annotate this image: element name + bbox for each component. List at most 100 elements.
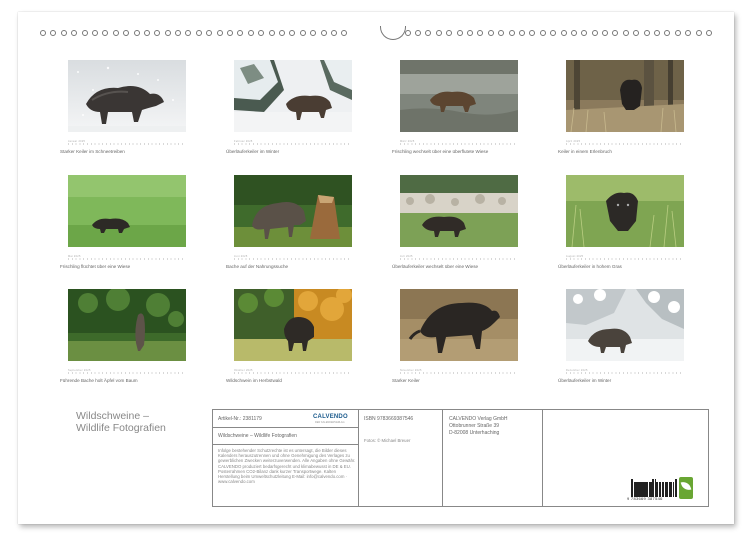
binding-ring xyxy=(467,30,474,36)
binding-ring xyxy=(330,30,337,36)
photo-cell: Januar 2025 Starker Keiler im Schneetrei… xyxy=(60,60,186,154)
photo-caption: Überläuferkeiler im Winter xyxy=(558,378,612,383)
photo-boar-forest-edge xyxy=(400,175,518,247)
isbn: ISBN 9783669387546 xyxy=(364,416,414,422)
binding-ring xyxy=(341,30,348,36)
binding-ring xyxy=(435,30,442,36)
photo-caption: Bache auf der Nahrungssuche xyxy=(226,264,289,269)
calendar-strip: August 2025 xyxy=(566,254,684,261)
binding-ring xyxy=(654,30,661,36)
binding-ring xyxy=(685,30,692,36)
article-number: Artikel-Nr.: 2381179 xyxy=(218,416,262,422)
binding-rings-right xyxy=(404,30,712,36)
photo-caption: Keiler in einem Erlenbruch xyxy=(558,149,612,154)
photo-caption: Führende Bache holt Äpfel vom Baum xyxy=(60,378,138,383)
binding-ring xyxy=(310,30,317,36)
binding-ring xyxy=(195,30,202,36)
binding-ring xyxy=(570,30,577,36)
photo-caption: Überläuferkeiler wechselt über eine Wies… xyxy=(392,264,479,269)
binding-ring xyxy=(154,30,161,36)
binding-ring xyxy=(143,30,150,36)
publisher-name: CALVENDO Verlag GmbH xyxy=(449,416,508,422)
calendar-strip: Juni 2025 xyxy=(234,254,352,261)
binding-rings-left xyxy=(40,30,348,36)
photo-cell: Juni 2025 Bache auf der Nahrungssuche xyxy=(226,175,352,269)
binding-ring xyxy=(50,30,57,36)
photo-cell: Februar 2025 Überläuferkeiler im Winter xyxy=(226,60,352,154)
binding-ring xyxy=(643,30,650,36)
photo-credit: Fotos: © Michael Breuer xyxy=(364,438,411,443)
photo-boar-flooded-meadow xyxy=(400,60,518,132)
photo-caption: Frischling flüchtet über eine Wiese xyxy=(60,264,131,269)
binding-ring xyxy=(227,30,234,36)
binding-ring xyxy=(60,30,67,36)
photo-boar-alder-swamp xyxy=(566,60,684,133)
binding-ring xyxy=(175,30,182,36)
photo-piglet-green-meadow xyxy=(68,175,186,247)
binding-ring xyxy=(216,30,223,36)
publisher-street: Ottobrunner Straße 39 xyxy=(449,423,500,429)
photo-sow-apple-tree xyxy=(68,287,186,361)
binding-ring xyxy=(477,30,484,36)
photo-caption: Starker Keiler im Schneetreiben xyxy=(60,149,125,154)
product-title: Wildschweine – Wildlife Fotografien xyxy=(218,433,297,439)
info-column-product: Artikel-Nr.: 2381179 CALVENDO DER KALEND… xyxy=(213,410,359,506)
binding-ring xyxy=(123,30,130,36)
photo-cell: Mai 2025 Frischling flüchtet über eine W… xyxy=(60,175,186,269)
calendar-sheet: Januar 2025 Starker Keiler im Schneetrei… xyxy=(18,12,734,524)
photo-boar-winter-forest xyxy=(566,289,684,361)
calendar-strip: März 2025 xyxy=(400,139,518,146)
photo-cell: April 2025 Keiler in einem Erlenbruch xyxy=(558,60,684,154)
fsc-logo xyxy=(679,477,693,499)
binding-ring xyxy=(206,30,213,36)
binding-ring xyxy=(164,30,171,36)
calendar-strip: Mai 2025 xyxy=(68,254,186,261)
photo-cell: November 2025 Starker Keiler xyxy=(392,289,518,383)
binding-ring xyxy=(102,30,109,36)
binding-ring xyxy=(289,30,296,36)
binding-ring xyxy=(602,30,609,36)
calendar-title-block: Wildschweine – Wildlife Fotografien xyxy=(76,410,166,434)
binding-ring xyxy=(612,30,619,36)
photo-cell: Juli 2025 Überläuferkeiler wechselt über… xyxy=(392,175,518,269)
barcode xyxy=(631,479,678,497)
binding-ring xyxy=(258,30,265,36)
calendar-strip: Oktober 2025 xyxy=(234,368,352,375)
photo-boar-snowy-firs xyxy=(234,60,352,132)
binding-ring xyxy=(674,30,681,36)
info-column-publisher: CALVENDO Verlag GmbH Ottobrunner Straße … xyxy=(443,410,543,506)
calvendo-logo-sub: DER KALENDERVERLAG xyxy=(315,421,345,424)
photo-keiler-brown-meadow xyxy=(400,289,518,361)
calendar-strip: Juli 2025 xyxy=(400,254,518,261)
binding-rings xyxy=(40,28,712,38)
binding-ring xyxy=(185,30,192,36)
binding-ring xyxy=(695,30,702,36)
binding-ring xyxy=(278,30,285,36)
photo-sow-forest-stump xyxy=(234,175,352,247)
binding-ring xyxy=(518,30,525,36)
barcode-number: 9 783669 387546 xyxy=(627,496,663,501)
binding-ring xyxy=(560,30,567,36)
binding-ring xyxy=(320,30,327,36)
binding-ring xyxy=(299,30,306,36)
info-column-isbn: ISBN 9783669387546 Fotos: © Michael Breu… xyxy=(359,410,443,506)
binding-ring xyxy=(550,30,557,36)
binding-ring xyxy=(529,30,536,36)
photo-boar-tall-grass xyxy=(566,175,684,248)
publisher-city: D-82008 Unterhaching xyxy=(449,430,500,436)
binding-ring xyxy=(664,30,671,36)
binding-ring xyxy=(40,30,46,36)
calendar-strip: Februar 2025 xyxy=(234,139,352,146)
photo-boar-snow xyxy=(68,60,186,132)
info-column-barcode: 9 783669 387546 xyxy=(543,410,708,506)
calendar-strip: Januar 2025 xyxy=(68,139,186,146)
calendar-strip: Dezember 2025 xyxy=(566,368,684,375)
binding-ring xyxy=(498,30,505,36)
calendar-strip: September 2025 xyxy=(68,368,186,375)
legal-text: Infolge bestehender Schutzrechte ist es … xyxy=(218,448,356,485)
barcode-bar xyxy=(676,479,678,497)
binding-ring xyxy=(81,30,88,36)
binding-ring xyxy=(71,30,78,36)
binding-ring xyxy=(508,30,515,36)
calvendo-logo: CALVENDO xyxy=(313,414,348,420)
